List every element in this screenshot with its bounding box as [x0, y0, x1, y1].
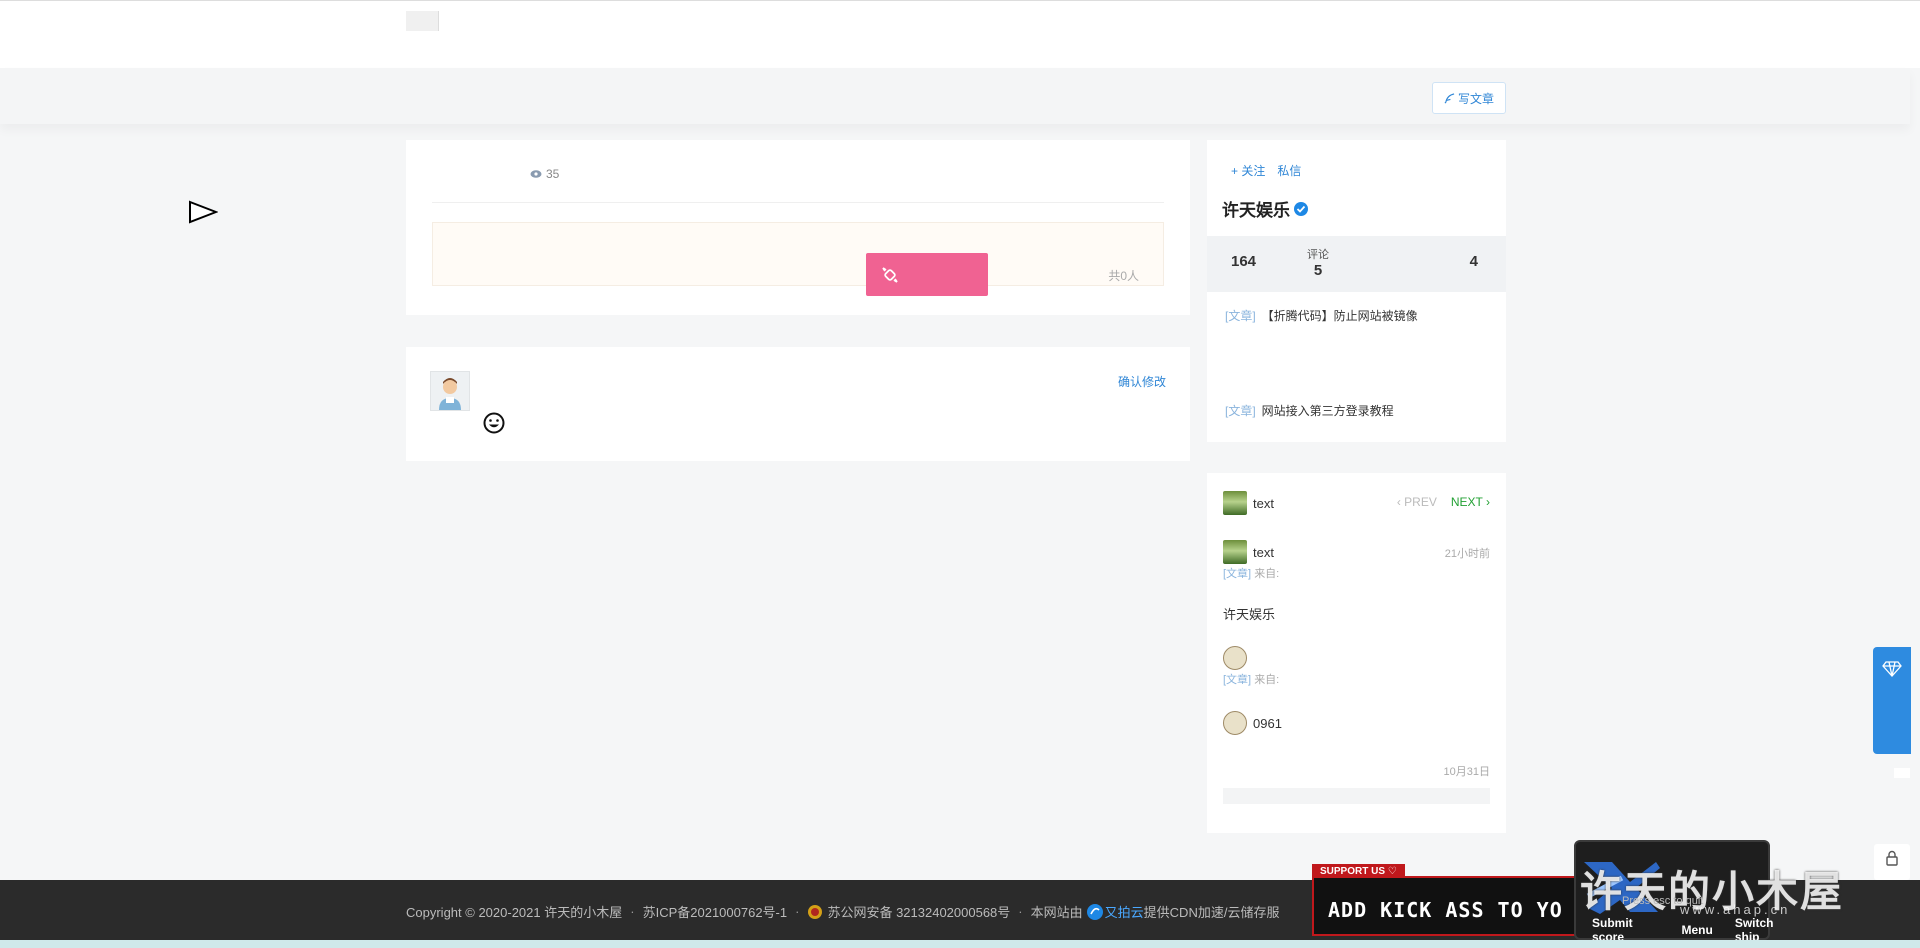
feed-meta-text: 来自: [1254, 568, 1280, 580]
article-link[interactable]: [文章] 【折腾代码】防止网站被镜像 [1225, 307, 1418, 324]
article-tag: [文章] [1225, 404, 1256, 418]
feed-user: 0961 [1253, 715, 1282, 731]
feed-item[interactable] [1223, 646, 1247, 670]
user-avatar-icon [439, 378, 461, 410]
sub-header [0, 68, 1910, 124]
write-article-button[interactable]: 写文章 [1432, 82, 1506, 114]
lock-icon [1886, 850, 1898, 866]
user-thumbnail [1223, 646, 1247, 670]
feed-input-bar[interactable] [1223, 788, 1490, 804]
profile-name: 许天娱乐 [1222, 196, 1309, 221]
stat-comments-value: 5 [1313, 262, 1323, 279]
write-article-label: 写文章 [1457, 91, 1494, 106]
post-card: 35 共0人 [406, 140, 1190, 315]
side-tool-button[interactable] [1874, 844, 1910, 880]
esc-hint: Press esc to quit [1622, 895, 1704, 907]
police-link[interactable]: 苏公网安备 32132402000568号 [827, 902, 1010, 921]
feed-user: text [1253, 544, 1274, 560]
prev-button[interactable]: ‹ PREV [1397, 495, 1437, 509]
prev-label: PREV [1404, 495, 1437, 509]
feed-meta-tag[interactable]: [文章] [1223, 568, 1251, 580]
feed-text: 许天娱乐 [1223, 607, 1276, 622]
follow-button[interactable]: + 关注 [1231, 162, 1265, 179]
cdn-suffix: 提供CDN加速/云储存服 [1143, 905, 1280, 920]
message-button[interactable]: 私信 [1277, 162, 1301, 179]
article-tag: [文章] [1225, 309, 1256, 323]
eye-icon [530, 170, 542, 178]
reward-box: 共0人 [432, 222, 1164, 286]
user-thumbnail [1223, 491, 1247, 515]
stat-comments-label: 评论 [1307, 249, 1329, 261]
article-link[interactable]: [文章] 网站接入第三方登录教程 [1225, 402, 1394, 419]
copyright: Copyright © 2020-2021 许天的小木屋 [406, 905, 623, 920]
feed-meta-tag[interactable]: [文章] [1223, 674, 1251, 686]
feed-meta-text: 来自: [1254, 674, 1280, 686]
bottom-strip [0, 940, 1920, 948]
feed-item[interactable]: text [1223, 540, 1274, 564]
side-float-tab[interactable] [1873, 647, 1911, 754]
feed-pager: ‹ PREV NEXT › [1397, 495, 1490, 509]
game-menu: Submit score Menu Switch ship [1574, 916, 1794, 944]
feed-item[interactable]: text [1223, 491, 1274, 515]
user-thumbnail [1223, 540, 1247, 564]
game-title: ADD KICK ASS TO YO [1328, 898, 1563, 922]
police-badge-icon [808, 904, 823, 919]
feather-icon [1444, 92, 1455, 103]
feed-time: 21小时前 [1444, 548, 1490, 560]
article-title: 【折腾代码】防止网站被镜像 [1261, 309, 1418, 323]
avatar [430, 371, 470, 411]
upyun-logo-icon [1086, 903, 1103, 920]
view-count: 35 [530, 167, 559, 181]
menu-button[interactable]: Menu [1681, 923, 1712, 937]
reward-candy-button[interactable] [866, 253, 988, 296]
article-title: 网站接入第三方登录教程 [1261, 404, 1394, 418]
feed-item[interactable]: 0961 [1223, 711, 1282, 735]
confirm-edit-link[interactable]: 确认修改 [1118, 373, 1166, 390]
stat-value: 4 [1469, 253, 1478, 270]
divider [432, 202, 1164, 203]
feed-user: text [1253, 495, 1274, 511]
side-stub [1894, 768, 1910, 778]
feed-time: 10月31日 [1443, 766, 1490, 778]
profile-card: + 关注 私信 许天娱乐 164 评论 5 4 [文章] 【折腾代码】防止网站被镜… [1207, 140, 1506, 442]
comment-card: 确认修改 [406, 347, 1190, 461]
separator: · [795, 904, 800, 919]
game-banner: ADD KICK ASS TO YO [1312, 876, 1577, 936]
top-bar [0, 0, 1920, 68]
activity-feed-card: text ‹ PREV NEXT › text 21小时前 [文章] 来自: 许… [1207, 473, 1506, 833]
diamond-icon [1882, 661, 1902, 677]
user-thumbnail [1223, 711, 1247, 735]
feed-meta: [文章] 来自: [1223, 671, 1279, 687]
profile-actions: + 关注 私信 [1231, 162, 1301, 179]
icp-link[interactable]: 苏ICP备2021000762号-1 [643, 902, 788, 921]
stat-value: 164 [1231, 253, 1257, 270]
top-bar-stub [406, 11, 439, 31]
separator: · [1018, 904, 1023, 919]
verified-badge-icon [1294, 201, 1308, 216]
next-button[interactable]: NEXT › [1451, 495, 1490, 509]
feed-item: 许天娱乐 [1223, 604, 1275, 623]
feed-meta: [文章] 来自: [1223, 565, 1279, 581]
cdn-brand-link[interactable]: 又拍云 [1105, 902, 1144, 921]
separator: · [630, 904, 635, 919]
cdn-prefix: 本网站由 [1030, 905, 1083, 920]
profile-name-text: 许天娱乐 [1222, 201, 1290, 220]
emoji-icon[interactable] [482, 411, 506, 435]
candy-icon [882, 266, 898, 283]
next-label: NEXT [1450, 495, 1483, 509]
view-count-value: 35 [546, 167, 560, 181]
stat-comments: 评论 5 [1307, 246, 1329, 279]
profile-stats: 164 评论 5 4 [1207, 236, 1506, 292]
reward-count: 共0人 [1108, 269, 1139, 283]
footer-text: Copyright © 2020-2021 许天的小木屋 · 苏ICP备2021… [406, 902, 1279, 921]
pointer-triangle-icon [189, 200, 218, 224]
